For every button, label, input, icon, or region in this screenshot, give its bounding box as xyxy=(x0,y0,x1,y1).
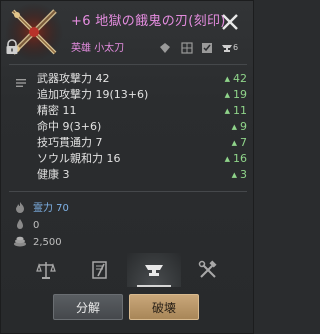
anvil-icon xyxy=(145,265,163,276)
item-grade: 英雄 xyxy=(71,43,91,54)
stat-increase: ▲ 42 xyxy=(224,72,247,85)
up-arrow-icon: ▲ xyxy=(224,107,230,115)
tab-scale[interactable] xyxy=(19,253,73,287)
stat-label: 武器攻撃力 42 xyxy=(37,72,110,85)
divider xyxy=(9,64,247,65)
item-header: +6 地獄の餓鬼の刃(刻印) 英雄 小太刀 6 xyxy=(1,1,255,63)
stat-row: 精密 11 ▲ 11 xyxy=(37,103,247,119)
stat-label: ソウル親和力 16 xyxy=(37,152,121,165)
stat-row: 命中 9(3+6) ▲ 9 xyxy=(37,119,247,135)
up-arrow-icon: ▲ xyxy=(231,123,237,131)
lock-icon[interactable] xyxy=(5,39,19,55)
scale-icon xyxy=(36,262,56,279)
stats-list: 武器攻撃力 42 ▲ 42 追加攻撃力 19(13+6) ▲ 19 精密 11 ▲ 1… xyxy=(37,71,247,183)
stat-label: 命中 9(3+6) xyxy=(37,120,102,133)
tab-ledger[interactable] xyxy=(73,253,127,287)
droplet-icon xyxy=(13,218,27,230)
checkbox-icon xyxy=(201,39,213,53)
ledger-icon xyxy=(92,261,107,279)
divider xyxy=(9,191,247,192)
destroy-button[interactable]: 破壊 xyxy=(129,294,199,320)
stat-increase: ▲ 11 xyxy=(224,104,247,117)
spirit-value: 霊力 70 xyxy=(33,203,69,214)
list-icon xyxy=(15,74,27,87)
up-arrow-icon: ▲ xyxy=(224,155,230,163)
stat-row: ソウル親和力 16 ▲ 16 xyxy=(37,151,247,167)
spirit-row: 霊力 70 xyxy=(13,201,69,215)
header-count: 6 xyxy=(233,43,239,52)
stat-increase: ▲ 19 xyxy=(224,88,247,101)
stat-increase: ▲ 9 xyxy=(231,120,247,133)
up-arrow-icon: ▲ xyxy=(231,139,237,147)
stat-label: 追加攻撃力 19(13+6) xyxy=(37,88,149,101)
item-title: +6 地獄の餓鬼の刃(刻印) xyxy=(71,14,226,29)
close-icon[interactable] xyxy=(219,11,241,33)
price-value: 2,500 xyxy=(33,237,62,248)
coin-pile-icon xyxy=(13,235,27,247)
stat-label: 健康 3 xyxy=(37,168,70,181)
stat-increase: ▲ 3 xyxy=(231,168,247,181)
anvil-small-icon xyxy=(221,39,233,52)
weight-value: 0 xyxy=(33,220,40,231)
price-row: 2,500 xyxy=(13,235,62,249)
decompose-button[interactable]: 分解 xyxy=(53,294,123,320)
up-arrow-icon: ▲ xyxy=(224,75,230,83)
stat-row: 追加攻撃力 19(13+6) ▲ 19 xyxy=(37,87,247,103)
hammer-wrench-icon xyxy=(198,260,217,278)
stat-increase: ▲ 7 xyxy=(231,136,247,149)
up-arrow-icon: ▲ xyxy=(224,91,230,99)
grid-icon xyxy=(181,39,193,54)
item-tooltip-panel: +6 地獄の餓鬼の刃(刻印) 英雄 小太刀 6 武器攻撃力 42 ▲ 42 追加… xyxy=(0,0,254,334)
item-type: 小太刀 xyxy=(94,43,125,54)
tab-anvil[interactable] xyxy=(127,253,181,287)
stat-increase: ▲ 16 xyxy=(224,152,247,165)
tab-repair[interactable] xyxy=(181,253,235,287)
weight-row: 0 xyxy=(13,218,39,232)
stat-label: 精密 11 xyxy=(37,104,77,117)
stat-row: 武器攻撃力 42 ▲ 42 xyxy=(37,71,247,87)
stat-row: 健康 3 ▲ 3 xyxy=(37,167,247,183)
gem-icon xyxy=(159,39,171,53)
up-arrow-icon: ▲ xyxy=(231,171,237,179)
stat-label: 技巧貫通力 7 xyxy=(37,136,103,149)
stat-row: 技巧貫通力 7 ▲ 7 xyxy=(37,135,247,151)
flame-icon xyxy=(13,201,27,213)
item-grade-type: 英雄 小太刀 xyxy=(71,39,124,54)
action-tabs xyxy=(1,253,255,287)
